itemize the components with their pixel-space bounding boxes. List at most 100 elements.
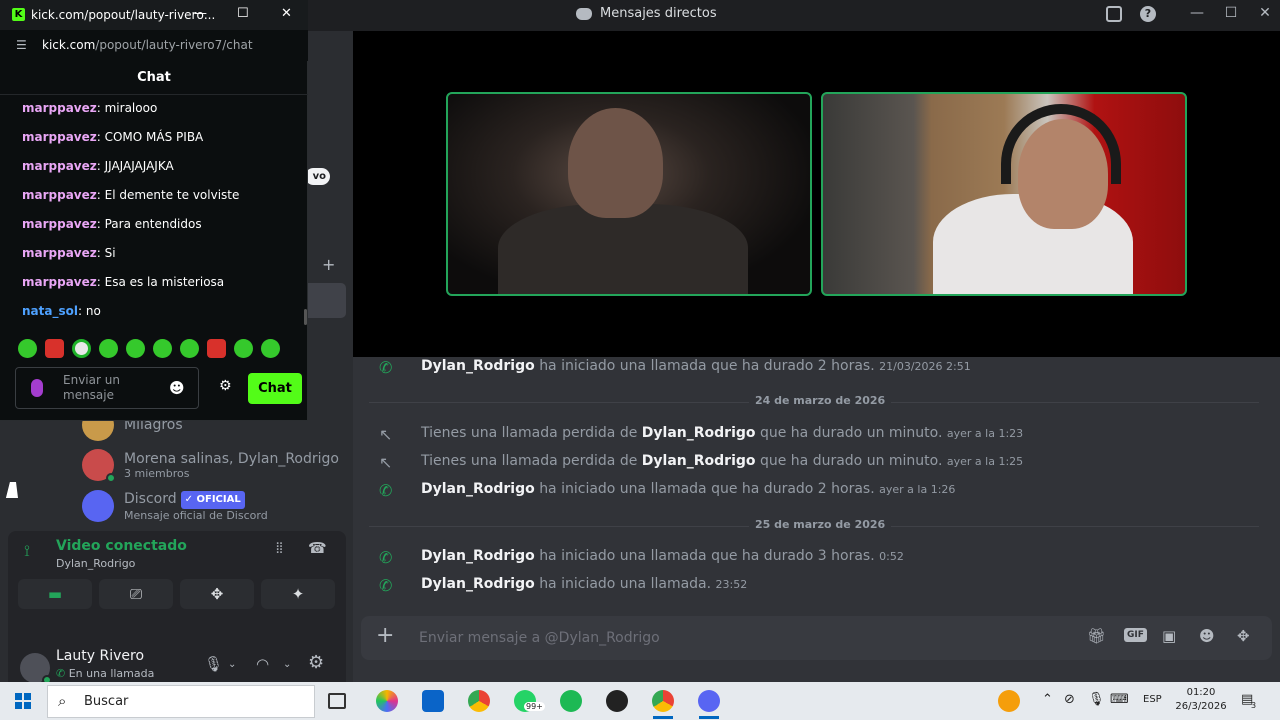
emote-icon[interactable] bbox=[261, 339, 280, 358]
message-input[interactable] bbox=[419, 626, 1019, 650]
microphone-tray-icon[interactable]: 🎙︎ bbox=[1088, 692, 1105, 707]
kick-window-title: kick.com/popout/lauty-riverо... bbox=[31, 8, 216, 22]
chevron-down-icon[interactable]: ⌄ bbox=[283, 659, 291, 670]
outlook-icon[interactable] bbox=[422, 690, 444, 712]
discord-icon[interactable] bbox=[698, 690, 720, 719]
soundboard-button[interactable]: ✦ bbox=[261, 579, 335, 609]
camera-button[interactable]: ▬ bbox=[18, 579, 92, 609]
chat-username[interactable]: nata_sol bbox=[22, 304, 78, 318]
notification-app-icon[interactable] bbox=[998, 690, 1020, 712]
chrome-profile-icon[interactable] bbox=[652, 690, 674, 719]
message-author[interactable]: Dylan_Rodrigo bbox=[642, 453, 756, 469]
emoji-icon[interactable]: ☻ bbox=[169, 379, 185, 397]
emote-icon[interactable] bbox=[180, 339, 199, 358]
official-badge: ✓ OFICIAL bbox=[180, 490, 245, 509]
chat-username[interactable]: marppavez bbox=[22, 159, 97, 173]
windows-start-icon[interactable] bbox=[15, 693, 31, 709]
date-divider: 25 de marzo de 2026 bbox=[369, 518, 1259, 534]
task-view-icon[interactable] bbox=[328, 693, 346, 709]
clock[interactable]: 01:20 26/3/2026 bbox=[1173, 686, 1229, 714]
activities-button[interactable]: ✥ bbox=[180, 579, 254, 609]
call-log-item: ✆ Dylan_Rodrigo ha iniciado una llamada.… bbox=[379, 576, 748, 595]
help-icon[interactable]: ? bbox=[1140, 6, 1156, 22]
scrollbar[interactable] bbox=[304, 309, 307, 325]
noise-suppression-icon[interactable]: ⦙⦙ bbox=[276, 539, 283, 557]
send-chat-button[interactable]: Chat bbox=[248, 373, 302, 404]
chat-message: marppavez: Para entendidos bbox=[22, 217, 202, 231]
timestamp: 21/03/2026 2:51 bbox=[879, 360, 971, 373]
taskbar-search[interactable]: ⌕ Buscar bbox=[47, 685, 315, 718]
keyboard-icon[interactable]: ⌨ bbox=[1110, 692, 1129, 707]
emote-icon[interactable] bbox=[18, 339, 37, 358]
minimize-button[interactable]: — bbox=[194, 6, 207, 21]
kick-logo-icon: K bbox=[12, 8, 25, 21]
chat-username[interactable]: marppavez bbox=[22, 101, 97, 115]
maximize-button[interactable]: ☐ bbox=[237, 6, 249, 21]
call-log-item: ✆ Dylan_Rodrigo ha iniciado una llamada … bbox=[379, 358, 971, 377]
screen-share-button[interactable]: ⎚ bbox=[99, 579, 173, 609]
obs-icon[interactable] bbox=[606, 690, 628, 712]
message-author[interactable]: Dylan_Rodrigo bbox=[421, 576, 535, 592]
site-settings-icon[interactable]: ☰ bbox=[16, 38, 27, 52]
emote-icon[interactable] bbox=[234, 339, 253, 358]
close-button[interactable]: ✕ bbox=[281, 6, 292, 21]
message-author[interactable]: Dylan_Rodrigo bbox=[421, 548, 535, 564]
emote-icon[interactable] bbox=[99, 339, 118, 358]
headphones-icon[interactable]: ◠ bbox=[256, 655, 269, 673]
windows-taskbar: ⌕ Buscar 99+ ⌃ ⊘ 🎙︎ ⌨ ESP 01:20 26/3/202… bbox=[0, 682, 1280, 720]
message-author[interactable]: Dylan_Rodrigo bbox=[421, 358, 535, 374]
microphone-icon[interactable] bbox=[31, 379, 43, 397]
chat-username[interactable]: marppavez bbox=[22, 217, 97, 231]
chat-username[interactable]: marppavez bbox=[22, 130, 97, 144]
dm-item-group[interactable]: Morena salinas, Dylan_Rodrigo 3 miembros bbox=[82, 449, 339, 483]
chat-username[interactable]: marppavez bbox=[22, 275, 97, 289]
spotify-icon[interactable] bbox=[560, 690, 582, 712]
chat-message-input[interactable]: Enviar un mensaje ☻ bbox=[15, 367, 199, 409]
video-tile-self[interactable] bbox=[821, 92, 1187, 296]
whatsapp-icon[interactable]: 99+ bbox=[514, 690, 545, 712]
settings-gear-icon[interactable]: ⚙ bbox=[308, 652, 324, 673]
message-author[interactable]: Dylan_Rodrigo bbox=[642, 425, 756, 441]
chat-message: marppavez: El demente te volviste bbox=[22, 188, 240, 202]
dm-item-discord[interactable]: Discord ✓ OFICIAL Mensaje oficial de Disc… bbox=[82, 490, 268, 522]
online-status-icon bbox=[106, 473, 116, 483]
phone-icon: ✆ bbox=[379, 358, 393, 377]
emote-icon[interactable] bbox=[153, 339, 172, 358]
sticker-icon[interactable]: ▣ bbox=[1162, 627, 1176, 645]
copilot-icon[interactable] bbox=[376, 690, 398, 712]
maximize-button[interactable]: ☐ bbox=[1220, 5, 1242, 21]
username[interactable]: Lauty Rivero bbox=[56, 648, 144, 664]
chrome-icon[interactable] bbox=[468, 690, 490, 712]
add-attachment-button[interactable]: + bbox=[376, 623, 394, 648]
close-button[interactable]: ✕ bbox=[1254, 5, 1276, 21]
chat-settings-gear-icon[interactable]: ⚙ bbox=[219, 378, 232, 394]
disconnect-icon[interactable]: ☎ bbox=[308, 539, 327, 557]
emote-icon[interactable] bbox=[207, 339, 226, 358]
create-dm-icon[interactable]: + bbox=[322, 255, 335, 274]
emote-icon[interactable] bbox=[45, 339, 64, 358]
chat-username[interactable]: marppavez bbox=[22, 246, 97, 260]
minimize-button[interactable]: — bbox=[1186, 5, 1208, 21]
apps-icon[interactable]: ✥ bbox=[1237, 627, 1250, 645]
network-icon[interactable]: ⊘ bbox=[1064, 692, 1075, 707]
emote-icon[interactable] bbox=[126, 339, 145, 358]
chat-header: Chat bbox=[0, 61, 308, 95]
voice-channel[interactable]: Dylan_Rodrigo bbox=[56, 557, 135, 570]
emoji-icon[interactable]: ☻ bbox=[1199, 627, 1215, 645]
chevron-down-icon[interactable]: ⌄ bbox=[228, 659, 236, 670]
video-tile-remote[interactable] bbox=[446, 92, 812, 296]
avatar[interactable] bbox=[20, 653, 52, 685]
message-author[interactable]: Dylan_Rodrigo bbox=[421, 481, 535, 497]
microphone-icon[interactable]: 🎙︎ bbox=[204, 655, 223, 673]
missed-call-icon: ↖ bbox=[379, 453, 393, 472]
gif-icon[interactable]: GIF bbox=[1124, 628, 1147, 642]
show-hidden-icons-chevron-icon[interactable]: ⌃ bbox=[1042, 692, 1053, 707]
address-bar[interactable]: ☰ kick.com/popout/lauty-rivero7/chat bbox=[0, 30, 308, 61]
signal-icon: ⟟ bbox=[24, 541, 30, 560]
emote-icon[interactable] bbox=[72, 339, 91, 358]
inbox-icon[interactable] bbox=[1106, 6, 1122, 22]
chat-username[interactable]: marppavez bbox=[22, 188, 97, 202]
gift-icon[interactable]: 🎁︎ bbox=[1087, 627, 1106, 645]
phone-icon: ✆ bbox=[379, 548, 393, 567]
language-indicator[interactable]: ESP bbox=[1143, 694, 1162, 705]
